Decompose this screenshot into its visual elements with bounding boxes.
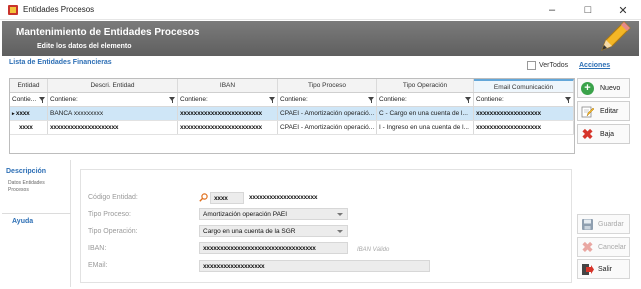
minimize-button[interactable]: – (534, 0, 570, 20)
nuevo-label: Nuevo (600, 84, 621, 92)
filter-text: Contiene: (180, 96, 208, 103)
chevron-down-icon[interactable] (337, 213, 343, 216)
cell-tipo-operacion: C - Cargo en una cuenta de l... (377, 107, 474, 120)
editar-label: Editar (600, 107, 619, 115)
tab-descripcion-subtitle: Datos Entidades Procesos (8, 180, 45, 193)
banner-subtitle: Edite los datos del elemento (37, 43, 132, 50)
grid-header-row: Entidad Descri. Entidad IBAN Tipo Proces… (10, 79, 574, 93)
cell-tipo-proceso: CPAEI - Amortización operació... (278, 121, 377, 134)
iban-field[interactable]: xxxxxxxxxxxxxxxxxxxxxxxxxxxxxxxxx (199, 242, 348, 254)
filter-cell[interactable]: Contiene: (474, 93, 574, 106)
filter-text: Contiene: (50, 96, 78, 103)
table-row[interactable]: ▸ xxxx BANCA xxxxxxxxx xxxxxxxxxxxxxxxxx… (10, 107, 574, 121)
col-header-tipo-operacion[interactable]: Tipo Operación (377, 79, 474, 92)
col-header-iban[interactable]: IBAN (178, 79, 278, 92)
cell-email: xxxxxxxxxxxxxxxxxxx (474, 107, 574, 120)
cell-text: xxxx (15, 110, 30, 117)
filter-cell[interactable]: Contiene: (278, 93, 377, 106)
ver-todos-label: VerTodos (539, 62, 569, 69)
tab-descripcion[interactable]: Descripción (6, 168, 46, 175)
cell-entidad: xxxx (10, 121, 48, 134)
cell-descri-entidad: xxxxxxxxxxxxxxxxxxxx (48, 121, 178, 134)
baja-label: Baja (600, 130, 615, 138)
filter-cell[interactable]: Contie... (10, 93, 48, 106)
window-title: Entidades Procesos (23, 5, 95, 14)
col-header-entidad[interactable]: Entidad (10, 79, 48, 92)
filter-cell[interactable]: Contiene: (178, 93, 278, 106)
app-icon (8, 5, 18, 15)
ver-todos-checkbox[interactable]: VerTodos (527, 61, 568, 70)
guardar-button[interactable]: Guardar (577, 214, 630, 234)
filter-icon[interactable] (465, 97, 471, 103)
delete-icon: ✖ (581, 125, 594, 142)
tipo-operacion-select[interactable]: Cargo en una cuenta de la SGR (199, 225, 348, 237)
entidad-name: xxxxxxxxxxxxxxxxxxxx (249, 194, 318, 201)
list-title: Lista de Entidades Financieras (9, 59, 112, 66)
save-icon (582, 218, 593, 230)
codigo-entidad-label: Código Entidad: (88, 194, 138, 201)
col-header-email[interactable]: Email Comunicación (474, 79, 574, 92)
tipo-proceso-label: Tipo Proceso: (88, 211, 131, 218)
guardar-label: Guardar (598, 220, 624, 228)
cell-iban: xxxxxxxxxxxxxxxxxxxxxxxx (178, 121, 278, 134)
tab-ayuda[interactable]: Ayuda (12, 218, 33, 225)
acciones-label: Acciones (579, 62, 611, 69)
filter-text: Contie... (12, 96, 37, 103)
baja-button[interactable]: ✖ Baja (577, 124, 630, 144)
cell-email: xxxxxxxxxxxxxxxxxxx (474, 121, 574, 134)
row-pointer-icon: ▸ (12, 111, 15, 117)
filter-text: Contiene: (280, 96, 308, 103)
close-button[interactable]: ✕ (605, 0, 641, 20)
editar-button[interactable]: Editar (577, 101, 630, 121)
plus-icon: + (581, 81, 594, 95)
nuevo-button[interactable]: + Nuevo (577, 78, 630, 98)
salir-button[interactable]: Salir (577, 259, 630, 279)
codigo-entidad-field[interactable]: xxxx (210, 192, 244, 204)
filter-icon[interactable] (565, 97, 571, 103)
filter-icon[interactable] (39, 97, 45, 103)
checkbox-box[interactable] (527, 61, 536, 70)
filter-text: Contiene: (379, 96, 407, 103)
salir-label: Salir (598, 265, 613, 273)
filter-text: Contiene: (476, 96, 504, 103)
iban-valid-hint: IBAN Válido (357, 247, 390, 253)
filter-cell[interactable]: Contiene: (48, 93, 178, 106)
chevron-down-icon[interactable] (337, 230, 343, 233)
cell-iban: xxxxxxxxxxxxxxxxxxxxxxxx (178, 107, 278, 120)
email-label: EMail: (88, 262, 108, 269)
tipo-operacion-value: Cargo en una cuenta de la SGR (203, 228, 296, 235)
divider (2, 213, 71, 214)
search-icon[interactable] (199, 193, 208, 202)
cancelar-label: Cancelar (598, 243, 627, 251)
header-banner: Mantenimiento de Entidades Procesos Edit… (2, 21, 639, 56)
cancelar-button[interactable]: ✖ Cancelar (577, 237, 630, 257)
banner-title: Mantenimiento de Entidades Procesos (16, 27, 200, 38)
edit-icon (581, 106, 594, 117)
tipo-operacion-label: Tipo Operación: (88, 228, 138, 235)
filter-icon[interactable] (169, 97, 175, 103)
iban-label: IBAN: (88, 245, 107, 252)
table-row[interactable]: xxxx xxxxxxxxxxxxxxxxxxxx xxxxxxxxxxxxxx… (10, 121, 574, 135)
cancel-icon: ✖ (581, 238, 594, 255)
cell-tipo-proceso: CPAEI - Amortización operació... (278, 107, 377, 120)
filter-cell[interactable]: Contiene: (377, 93, 474, 106)
cell-descri-entidad: BANCA xxxxxxxxx (48, 107, 178, 120)
filter-icon[interactable] (368, 97, 374, 103)
col-header-descri-entidad[interactable]: Descri. Entidad (48, 79, 178, 92)
filter-icon[interactable] (269, 97, 275, 103)
pencil-icon (601, 21, 631, 51)
tipo-proceso-value: Amortización operación PAEI (203, 211, 288, 218)
cell-entidad: ▸ xxxx (10, 107, 48, 120)
maximize-button[interactable]: □ (570, 0, 606, 20)
grid-filter-row: Contie... Contiene: Contiene: Contiene: … (10, 93, 574, 107)
cell-tipo-operacion: I - Ingreso en una cuenta de l... (377, 121, 474, 134)
exit-icon (582, 263, 594, 275)
email-field[interactable]: xxxxxxxxxxxxxxxxxx (199, 260, 430, 272)
window-titlebar: Entidades Procesos – □ ✕ (0, 0, 641, 20)
entidades-grid[interactable]: Entidad Descri. Entidad IBAN Tipo Proces… (9, 78, 575, 154)
col-header-tipo-proceso[interactable]: Tipo Proceso (278, 79, 377, 92)
tipo-proceso-select[interactable]: Amortización operación PAEI (199, 208, 348, 220)
